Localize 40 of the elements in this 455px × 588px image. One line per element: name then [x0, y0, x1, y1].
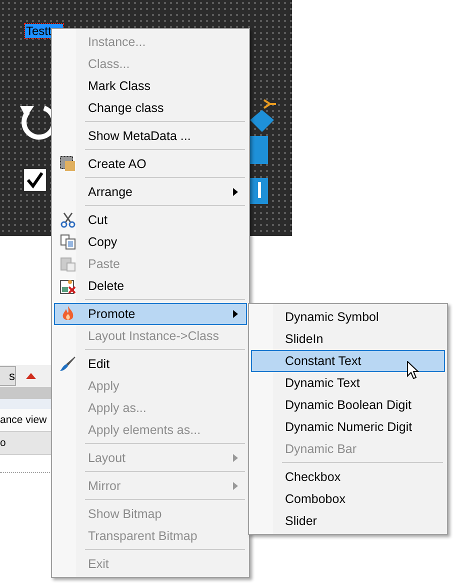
- panel-row-text: o: [0, 437, 6, 449]
- submenu-arrow-icon: [233, 188, 238, 196]
- paintbrush-icon: [60, 356, 76, 372]
- menu-item[interactable]: Copy: [54, 231, 247, 253]
- menu-item[interactable]: Dynamic Text: [251, 372, 445, 394]
- menu-item[interactable]: Delete: [54, 275, 247, 297]
- menu-item[interactable]: Create AO: [54, 153, 247, 175]
- panel-header: [0, 387, 52, 399]
- menu-item[interactable]: SlideIn: [251, 328, 445, 350]
- menu-item[interactable]: Arrange: [54, 181, 247, 203]
- copy-icon: [60, 234, 76, 250]
- panel-row: [0, 399, 52, 409]
- flame-icon: [60, 306, 76, 322]
- menu-item[interactable]: Cut: [54, 209, 247, 231]
- mouse-cursor-icon: [407, 361, 419, 380]
- menu-item[interactable]: Checkbox: [251, 466, 445, 488]
- menu-item[interactable]: Dynamic Numeric Digit: [251, 416, 445, 438]
- menu-item[interactable]: Combobox: [251, 488, 445, 510]
- menu-item[interactable]: Change class: [54, 97, 247, 119]
- submenu-arrow-icon: [233, 310, 238, 318]
- submenu-arrow-icon: [233, 482, 238, 490]
- delete-picture-icon: [60, 278, 76, 294]
- toolbar-button[interactable]: s: [0, 366, 16, 386]
- menu-item[interactable]: Promote: [54, 303, 247, 325]
- menu-item[interactable]: Constant Text: [251, 350, 445, 372]
- scissors-icon: [60, 212, 76, 228]
- menu-item[interactable]: Edit: [54, 353, 247, 375]
- checkbox-icon: [24, 169, 46, 191]
- panel-row-text: ance view: [0, 414, 47, 426]
- menu-item[interactable]: Mark Class: [54, 75, 247, 97]
- menu-item[interactable]: Dynamic Symbol: [251, 306, 445, 328]
- create-object-icon: [60, 156, 76, 172]
- triangle-icon[interactable]: [26, 373, 36, 379]
- menu-item[interactable]: Slider: [251, 510, 445, 532]
- panel-row[interactable]: o: [0, 432, 52, 455]
- menu-item[interactable]: Dynamic Boolean Digit: [251, 394, 445, 416]
- panel-row[interactable]: ance view: [0, 409, 52, 432]
- paste-icon: [60, 256, 76, 272]
- menu-item[interactable]: Show MetaData ...: [54, 125, 247, 147]
- submenu-arrow-icon: [233, 454, 238, 462]
